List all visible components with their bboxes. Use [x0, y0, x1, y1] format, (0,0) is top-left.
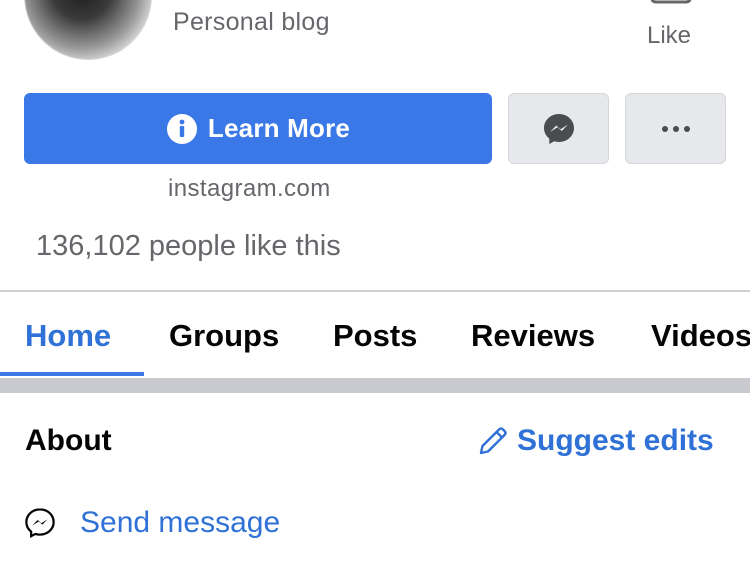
profile-avatar[interactable] — [24, 0, 152, 60]
active-tab-indicator — [0, 372, 144, 376]
learn-more-button[interactable]: Learn More — [24, 93, 492, 164]
tab-groups[interactable]: Groups — [169, 318, 279, 354]
suggest-edits-label: Suggest edits — [517, 424, 714, 457]
like-button-label[interactable]: Like — [647, 22, 691, 50]
messenger-button[interactable] — [508, 93, 609, 164]
thumbs-up-icon[interactable] — [650, 0, 692, 6]
section-separator-band — [0, 378, 750, 393]
tab-home[interactable]: Home — [25, 318, 111, 354]
page-category: Personal blog — [173, 8, 330, 36]
website-link[interactable]: instagram.com — [168, 175, 331, 203]
info-icon — [166, 113, 197, 144]
about-heading: About — [25, 424, 112, 457]
more-dots-icon — [661, 125, 690, 132]
learn-more-label: Learn More — [207, 113, 351, 143]
suggest-edits-button[interactable]: Suggest edits — [477, 424, 714, 458]
send-message-row[interactable]: Send message — [24, 506, 280, 540]
tab-posts[interactable]: Posts — [333, 318, 417, 354]
messenger-icon — [25, 508, 55, 539]
tab-reviews[interactable]: Reviews — [471, 318, 595, 354]
page-tabs: Home Groups Posts Reviews Videos — [0, 292, 750, 378]
more-options-button[interactable] — [625, 93, 726, 164]
pencil-icon — [479, 427, 507, 455]
send-message-link: Send message — [80, 506, 281, 539]
tab-videos[interactable]: Videos — [651, 318, 750, 354]
likes-count: 136,102 people like this — [36, 230, 341, 262]
messenger-icon — [543, 113, 574, 144]
